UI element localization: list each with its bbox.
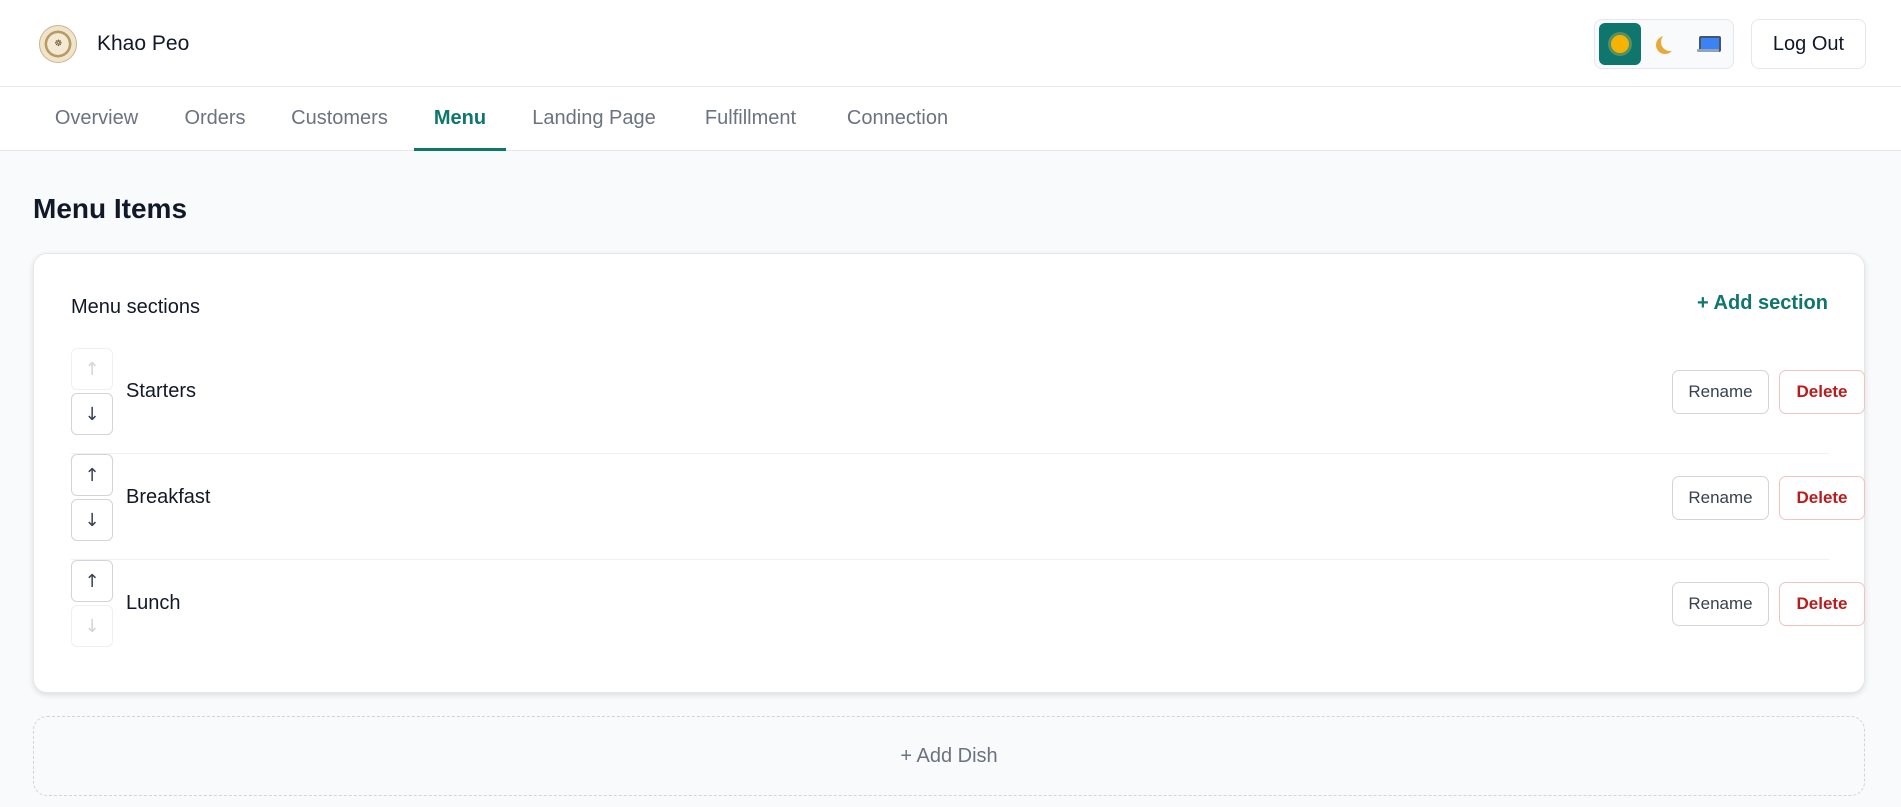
add-section-button[interactable]: + Add section (1697, 292, 1828, 315)
move-up-button[interactable]: ↑ (71, 348, 113, 390)
delete-button[interactable]: Delete (1779, 476, 1865, 520)
tab-menu[interactable]: Menu (414, 87, 506, 151)
theme-dark-button[interactable] (1643, 23, 1685, 65)
theme-switcher (1594, 19, 1734, 69)
nav-tabs: Overview Orders Customers Menu Landing P… (0, 87, 1901, 151)
tab-orders[interactable]: Orders (182, 87, 248, 151)
theme-system-button[interactable] (1687, 23, 1729, 65)
section-row: ↑ ↓ Lunch Rename Delete (71, 560, 1865, 666)
delete-button[interactable]: Delete (1779, 370, 1865, 414)
card-title: Menu sections (71, 296, 200, 318)
brand[interactable]: ☸ Khao Peo (39, 24, 189, 64)
menu-sections-card: Menu sections + Add section ↑ ↓ Starters… (33, 253, 1865, 693)
delete-button[interactable]: Delete (1779, 582, 1865, 626)
moon-icon (1661, 33, 1679, 51)
rename-button[interactable]: Rename (1672, 370, 1769, 414)
page-title: Menu Items (33, 193, 188, 224)
tab-landing-page[interactable]: Landing Page (529, 87, 659, 151)
logout-button[interactable]: Log Out (1751, 19, 1866, 69)
move-down-button[interactable]: ↓ (71, 605, 113, 647)
tab-customers[interactable]: Customers (288, 87, 391, 151)
rename-button[interactable]: Rename (1672, 476, 1769, 520)
restaurant-logo: ☸ (39, 25, 77, 63)
laptop-icon (1697, 36, 1721, 52)
section-name: Breakfast (126, 486, 211, 508)
rename-button[interactable]: Rename (1672, 582, 1769, 626)
section-row: ↑ ↓ Starters Rename Delete (71, 348, 1865, 454)
sun-icon (1611, 35, 1629, 53)
logo-emblem: ☸ (54, 39, 62, 49)
move-up-button[interactable]: ↑ (71, 560, 113, 602)
move-up-button[interactable]: ↑ (71, 454, 113, 496)
move-down-button[interactable]: ↓ (71, 499, 113, 541)
tab-fulfillment[interactable]: Fulfillment (699, 87, 802, 151)
theme-light-button[interactable] (1599, 23, 1641, 65)
section-name: Lunch (126, 592, 181, 614)
section-row: ↑ ↓ Breakfast Rename Delete (71, 454, 1865, 560)
tab-overview[interactable]: Overview (51, 87, 142, 151)
move-down-button[interactable]: ↓ (71, 393, 113, 435)
tab-connection[interactable]: Connection (842, 87, 953, 151)
brand-name: Khao Peo (97, 32, 190, 55)
add-dish-button[interactable]: + Add Dish (33, 716, 1865, 796)
section-name: Starters (126, 380, 197, 402)
top-header: ☸ Khao Peo Log Out (0, 0, 1901, 87)
